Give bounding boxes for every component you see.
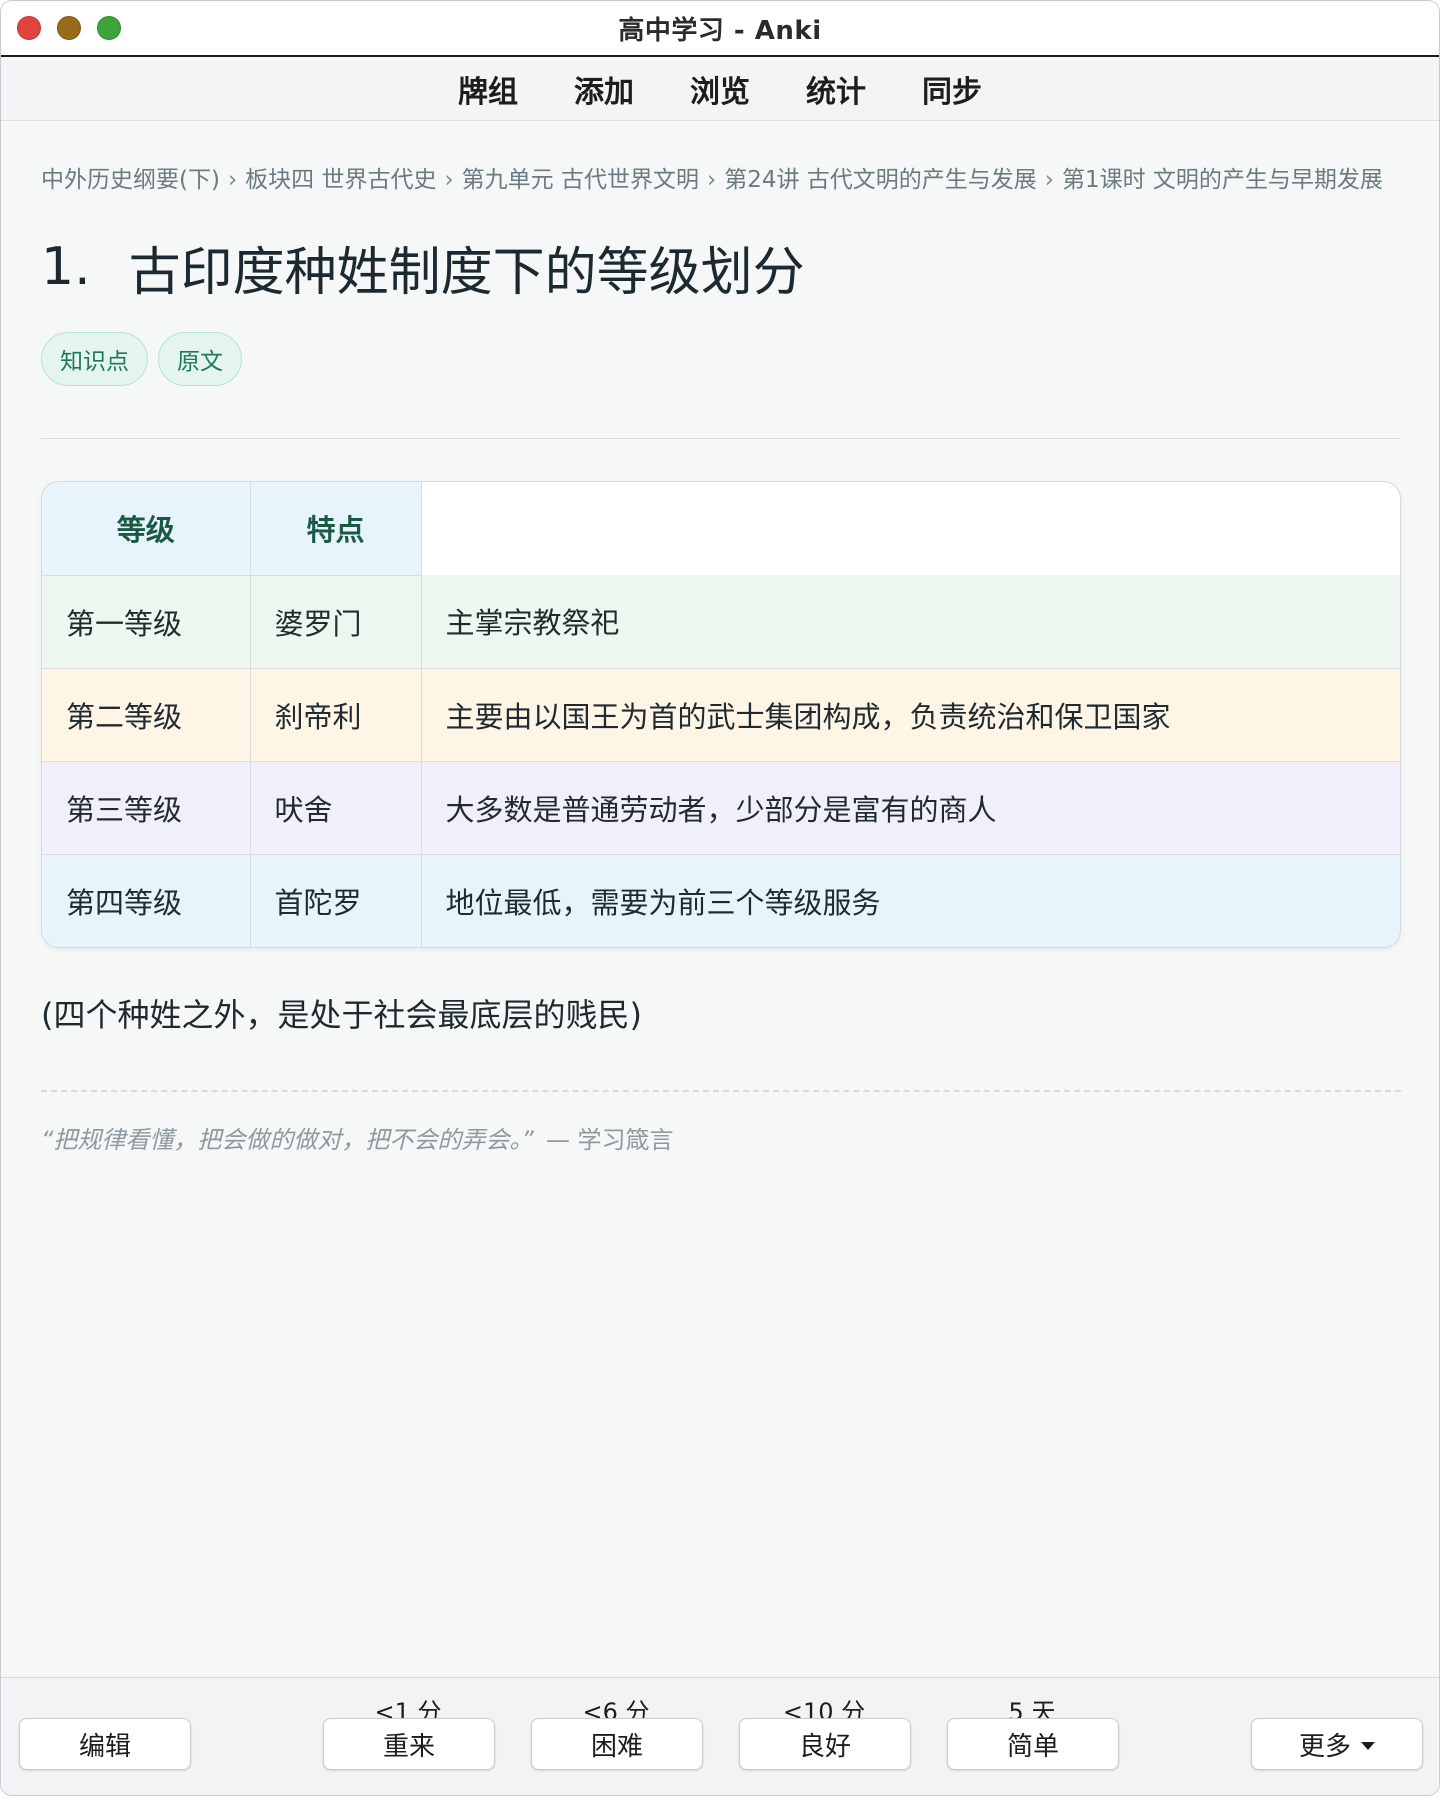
cell-description: 主要由以国王为首的武士集团构成，负责统治和保卫国家 <box>421 668 1400 762</box>
nav-browse[interactable]: 浏览 <box>690 67 750 111</box>
window-title: 高中学习 - Anki <box>618 15 822 46</box>
quote-author: — 学习箴言 <box>545 1126 674 1154</box>
header-level: 等级 <box>42 482 251 576</box>
review-bottom-bar: <1 分 <6 分 <10 分 5 天 编辑 重来 困难 良好 简单 更多 <box>1 1677 1439 1795</box>
table-header-row: 等级 特点 <box>42 482 1400 576</box>
minimize-icon[interactable] <box>57 16 81 40</box>
breadcrumb-separator: › <box>706 167 717 193</box>
header-blank <box>421 482 1400 575</box>
footnote: (四个种姓之外，是处于社会最底层的贱民) <box>41 996 642 1034</box>
more-label: 更多 <box>1298 1731 1351 1762</box>
cell-level: 第四等级 <box>42 854 251 947</box>
breadcrumb-separator: › <box>227 167 238 193</box>
hard-button[interactable]: 困难 <box>531 1718 703 1770</box>
header-feature: 特点 <box>250 482 422 576</box>
tag-knowledge-point[interactable]: 知识点 <box>41 332 148 386</box>
good-button[interactable]: 良好 <box>739 1718 911 1770</box>
caste-table: 等级 特点 第一等级 婆罗门 主掌宗教祭祀 第二等级 刹帝利 主要由以国王为首的… <box>41 481 1401 948</box>
easy-button[interactable]: 简单 <box>947 1718 1119 1770</box>
top-navigation: 牌组 添加 浏览 统计 同步 <box>1 57 1439 121</box>
cell-caste: 婆罗门 <box>250 575 422 669</box>
edit-button[interactable]: 编辑 <box>19 1718 191 1770</box>
cell-level: 第一等级 <box>42 575 251 669</box>
cell-description: 大多数是普通劳动者，少部分是富有的商人 <box>421 761 1400 855</box>
breadcrumb-item: 第24讲 古代文明的产生与发展 <box>724 167 1037 193</box>
tag-original-text[interactable]: 原文 <box>158 332 242 386</box>
nav-stats[interactable]: 统计 <box>806 67 866 111</box>
card-title: 1. 古印度种姓制度下的等级划分 <box>41 232 1401 303</box>
chevron-down-icon <box>1361 1742 1375 1750</box>
breadcrumb-item: 板块四 世界古代史 <box>245 167 437 193</box>
title-bar: 高中学习 - Anki <box>1 1 1439 57</box>
cell-description: 地位最低，需要为前三个等级服务 <box>421 854 1400 947</box>
breadcrumb-item: 第1课时 文明的产生与早期发展 <box>1061 167 1383 193</box>
study-quote: “把规律看懂，把会做的做对，把不会的弄会。” — 学习箴言 <box>41 1120 1401 1155</box>
cell-caste: 刹帝利 <box>250 668 422 762</box>
cell-level: 第二等级 <box>42 668 251 762</box>
table-row: 第四等级 首陀罗 地位最低，需要为前三个等级服务 <box>42 854 1400 947</box>
divider <box>41 438 1401 439</box>
close-icon[interactable] <box>17 16 41 40</box>
nav-sync[interactable]: 同步 <box>922 67 982 111</box>
anki-window: 高中学习 - Anki 牌组 添加 浏览 统计 同步 中外历史纲要(下) › 板块四… <box>0 0 1440 1796</box>
nav-add[interactable]: 添加 <box>574 67 634 111</box>
breadcrumb-separator: › <box>1044 167 1054 193</box>
breadcrumb: 中外历史纲要(下) › 板块四 世界古代史 › 第九单元 古代世界文明 › 第24讲 古代文… <box>41 159 1401 202</box>
breadcrumb-item: 中外历史纲要(下) <box>41 167 220 193</box>
window-controls <box>17 16 121 40</box>
cell-description: 主掌宗教祭祀 <box>421 575 1400 669</box>
tag-list: 知识点 原文 <box>41 332 1401 386</box>
cell-level: 第三等级 <box>42 761 251 855</box>
table-row: 第三等级 吠舍 大多数是普通劳动者，少部分是富有的商人 <box>42 761 1400 855</box>
cell-caste: 首陀罗 <box>250 854 422 947</box>
dashed-divider <box>41 1090 1401 1092</box>
nav-decks[interactable]: 牌组 <box>458 67 518 111</box>
breadcrumb-separator: › <box>444 167 454 193</box>
table-row: 第二等级 刹帝利 主要由以国王为首的武士集团构成，负责统治和保卫国家 <box>42 668 1400 762</box>
card-content: 中外历史纲要(下) › 板块四 世界古代史 › 第九单元 古代世界文明 › 第24讲 古代文… <box>41 121 1401 1155</box>
more-button[interactable]: 更多 <box>1251 1718 1423 1770</box>
maximize-icon[interactable] <box>97 16 121 40</box>
cell-caste: 吠舍 <box>250 761 422 855</box>
again-button[interactable]: 重来 <box>323 1718 495 1770</box>
card-title-number: 1. <box>41 237 91 297</box>
table-row: 第一等级 婆罗门 主掌宗教祭祀 <box>42 575 1400 669</box>
quote-text: “把规律看懂，把会做的做对，把不会的弄会。” <box>41 1126 534 1154</box>
breadcrumb-item: 第九单元 古代世界文明 <box>461 167 699 193</box>
card-title-text: 古印度种姓制度下的等级划分 <box>128 242 805 303</box>
